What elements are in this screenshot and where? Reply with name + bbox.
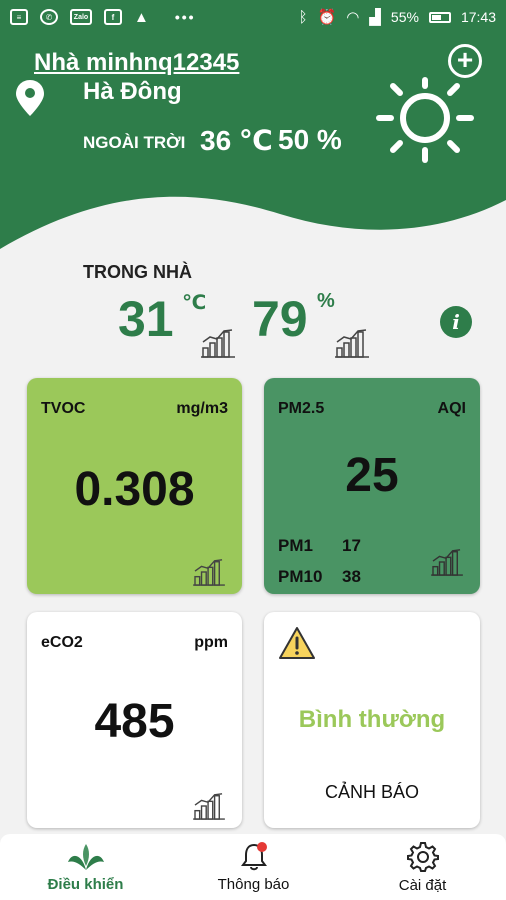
outdoor-label: NGOÀI TRỜI — [83, 133, 186, 152]
signal-icon: ▟ — [369, 9, 381, 26]
indoor-temperature-value: 31 — [118, 291, 174, 347]
drive-icon: ▲ — [134, 8, 149, 26]
whatsapp-icon: ✆ — [40, 9, 58, 25]
add-home-button[interactable]: + — [448, 44, 482, 78]
info-button[interactable]: i — [440, 306, 472, 338]
more-notifications-icon: ••• — [174, 9, 196, 25]
tvoc-unit: mg/m3 — [176, 400, 228, 417]
wifi-icon: ◠ — [346, 9, 360, 26]
nav-control-label: Điều khiển — [47, 875, 124, 893]
pm25-unit: AQI — [437, 400, 466, 417]
pm-chart-icon[interactable] — [430, 548, 464, 576]
eco2-chart-icon[interactable] — [192, 792, 226, 820]
tvoc-chart-icon[interactable] — [192, 558, 226, 586]
nav-notifications[interactable]: Thông báo — [196, 834, 311, 900]
bottom-navigation: Điều khiển Thông báo Cài đặt — [0, 834, 506, 900]
tvoc-title: TVOC — [41, 400, 86, 417]
eco2-value: 485 — [94, 695, 175, 748]
warning-label: CẢNH BÁO — [324, 782, 420, 802]
battery-percent: 55% — [390, 9, 419, 25]
nav-control[interactable]: Điều khiển — [28, 834, 143, 900]
nav-notifications-label: Thông báo — [217, 875, 290, 893]
eco2-card[interactable]: eCO2 ppm 485 — [27, 612, 242, 828]
indoor-temperature-unit: ℃ — [182, 292, 207, 314]
location-name: Hà Đông — [83, 78, 182, 105]
indoor-humidity-unit: % — [317, 290, 335, 312]
alarm-icon: ⏰ — [317, 9, 337, 26]
sun-icon — [376, 77, 474, 163]
facebook-icon: f — [104, 9, 122, 25]
indoor-humidity-value: 79 — [252, 291, 308, 347]
outdoor-temperature: 36 ℃ — [200, 125, 273, 156]
notification-badge — [256, 841, 267, 852]
leaves-icon — [67, 843, 104, 870]
pm1-label: PM1 — [278, 536, 313, 555]
gear-icon — [406, 841, 439, 872]
pm10-value: 38 — [342, 567, 361, 586]
temperature-history-chart-icon[interactable] — [200, 328, 236, 358]
indoor-label: TRONG NHÀ — [83, 262, 192, 282]
pm25-value: 25 — [345, 449, 399, 502]
warning-card[interactable]: Bình thường CẢNH BÁO — [264, 612, 480, 828]
humidity-history-chart-icon[interactable] — [334, 328, 370, 358]
warning-status: Bình thường — [298, 706, 446, 733]
zalo-icon: Zalo — [70, 9, 92, 25]
pm25-title: PM2.5 — [278, 400, 325, 417]
clock: 17:43 — [460, 9, 496, 25]
news-icon: ≡ — [10, 9, 28, 25]
eco2-title: eCO2 — [41, 634, 83, 651]
pm1-value: 17 — [342, 536, 361, 555]
outdoor-header: Nhà minhnq12345 + Hà Đông NGOÀI TRỜI 36 … — [0, 34, 506, 274]
nav-settings[interactable]: Cài đặt — [365, 834, 480, 900]
home-name-link[interactable]: Nhà minhnq12345 — [34, 49, 239, 77]
outdoor-humidity: 50 % — [278, 124, 342, 155]
eco2-unit: ppm — [194, 634, 228, 651]
pm25-card[interactable]: PM2.5 AQI 25 PM1 17 PM10 38 — [264, 378, 480, 594]
battery-icon — [428, 11, 451, 23]
tvoc-value: 0.308 — [74, 463, 195, 516]
tvoc-card[interactable]: TVOC mg/m3 0.308 — [27, 378, 242, 594]
bell-wrapper — [239, 841, 269, 872]
status-bar: ≡ ✆ Zalo f ▲ ••• ᛒ ⏰ ◠ ▟ 55% 17:43 — [0, 0, 506, 34]
location-pin-icon — [16, 80, 44, 116]
bluetooth-icon: ᛒ — [298, 8, 308, 26]
warning-triangle-icon — [279, 627, 315, 659]
pm10-label: PM10 — [278, 567, 323, 586]
nav-settings-label: Cài đặt — [398, 876, 447, 894]
